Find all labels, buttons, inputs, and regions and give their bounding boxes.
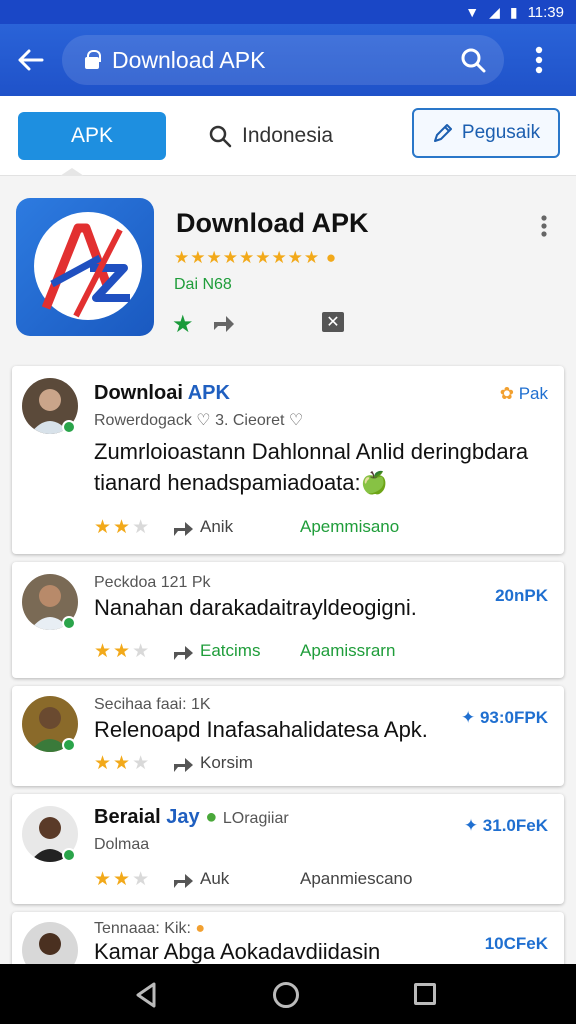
card-title-main: Downloai [94,382,183,404]
tab-pegusaik[interactable]: Pegusaik [412,108,560,158]
card-tag-text: Pak [518,384,548,403]
card-footer: ★★★ Auk Apanmiescano [94,868,554,892]
arrow-left-icon [18,49,44,71]
tab-apk-label: APK [70,124,114,147]
share-arrow-icon[interactable] [172,870,194,890]
status-time: 11:39 [527,3,564,21]
puzzle-icon: ✦ [463,816,479,835]
overflow-menu-button[interactable] [504,24,574,96]
card-body: Relenoapd Inafasahalidatesa Apk. [94,717,428,742]
card-footer-text: Auk [200,869,230,888]
close-box-icon[interactable]: ✕ [322,312,344,332]
list-item[interactable]: Peckdoa 121 Pk 20nPK Nanahan darakadaitr… [12,562,564,678]
card-rating-stars: ★★★ [94,753,152,774]
more-vert-icon [535,46,543,74]
url-text: Download APK [112,46,266,73]
card-footer-text: Anik [200,517,234,536]
app-menu-button[interactable] [530,212,558,240]
card-subtitle: Peckdoa 121 Pk [94,574,211,591]
card-footer-link[interactable]: Apemmisano [300,517,399,537]
card-title-accent: Jay [166,806,200,828]
card-title-accent: APK [187,382,230,404]
favorite-star-icon[interactable]: ★ [172,310,194,339]
card-body: Kamar Abga Aokadavdiidasin [94,939,381,964]
tab-indonesia[interactable]: Indonesia [208,112,378,160]
card-title-extra: LOragiiar [222,810,289,827]
card-title: Downloai APK [94,382,230,405]
card-price-text: 31.0FeK [482,816,548,835]
nav-recents-icon[interactable] [414,983,436,1005]
emoji-icon: ● [195,920,206,937]
card-title-main: Beraial [94,806,161,828]
url-bar[interactable]: Download APK [62,35,504,85]
filter-tabs: APK Indonesia Pegusaik [0,96,576,176]
battery-icon: ▮ [509,3,518,20]
card-footer: ★★★ Anik Apemmisano [94,516,554,540]
app-header: Download APK ★★★★★★★★★ ● Dai N68 ★ ✕ [0,176,576,360]
verified-badge-icon [62,616,76,630]
card-rating-stars: ★★★ [94,869,152,890]
status-bar: ▼ ◢ ▮ 11:39 [0,0,576,24]
share-arrow-icon[interactable] [172,642,194,662]
app-actions: ★ ✕ [172,310,352,339]
card-subtitle: Rowerdogack ♡ 3. Cieoret ♡ [94,412,304,429]
card-footer: ★★★ Eatcims Apamissrarn [94,640,554,664]
tab-pointer [60,168,84,176]
app-logo-icon [34,212,142,320]
emoji-icon: ● [325,248,338,267]
card-footer: ★★★ Korsim [94,752,554,776]
lock-icon [84,50,101,70]
list-item[interactable]: Beraial Jay ● LOragiiar ✦ 31.0FeK Dolmaa… [12,794,564,904]
emoji-icon: ● [205,806,218,828]
more-vert-icon [541,215,547,237]
card-price: ✦ 31.0FeK [464,816,548,836]
card-subtitle-text: Tennaaa: Kik: [94,920,191,937]
verified-badge-icon [62,738,76,752]
nav-back-icon[interactable] [134,982,158,1008]
search-icon [461,48,486,73]
verified-badge-icon [62,848,76,862]
share-icon[interactable] [210,310,236,334]
card-footer-link[interactable]: Apanmiescano [300,869,412,889]
back-button[interactable] [0,24,62,96]
card-rating-stars: ★★★ [94,517,152,538]
card-footer-link[interactable]: Apamissrarn [300,641,395,661]
search-button[interactable] [458,45,488,75]
tab-apk[interactable]: APK [18,112,166,160]
signal-icon: ◢ [489,3,500,20]
card-body: Nanahan darakadaitrayldeogigni. [94,595,417,620]
card-footer-text: Eatcims [200,641,261,660]
tab-pegusaik-label: Pegusaik [461,122,541,143]
pencil-icon [433,124,452,142]
card-footer-text: Korsim [200,753,253,772]
tab-indonesia-label: Indonesia [242,124,334,147]
share-arrow-icon[interactable] [172,754,194,774]
list-item[interactable]: Secihaa faai: 1K ✦ 93:0FPK Relenoapd Ina… [12,686,564,786]
puzzle-icon: ✿ [499,384,514,403]
card-subtitle: Secihaa faai: 1K [94,696,211,713]
card-title: Beraial Jay ● LOragiiar [94,806,289,829]
rating-stars: ★★★★★★★★★ ● [174,248,337,268]
search-icon [209,125,232,148]
app-icon[interactable] [16,198,154,336]
verified-badge-icon [62,420,76,434]
share-arrow-icon[interactable] [172,518,194,538]
system-nav-bar [0,964,576,1024]
top-toolbar: Download APK [0,24,576,96]
wifi-icon: ▼ [465,4,480,20]
list-item[interactable]: Downloai APK ✿ Pak Rowerdogack ♡ 3. Cieo… [12,366,564,554]
card-tag[interactable]: ✿ Pak [500,384,548,404]
card-rating-stars: ★★★ [94,641,152,662]
card-body: Zumrloioastann Dahlonnal Anlid deringbda… [94,439,529,495]
rating-stars-text: ★★★★★★★★★ [174,248,321,267]
app-title: Download APK [176,208,369,238]
developer-name: Dai N68 [174,276,232,293]
card-subtitle: Dolmaa [94,836,150,853]
nav-home-icon[interactable] [273,982,299,1008]
